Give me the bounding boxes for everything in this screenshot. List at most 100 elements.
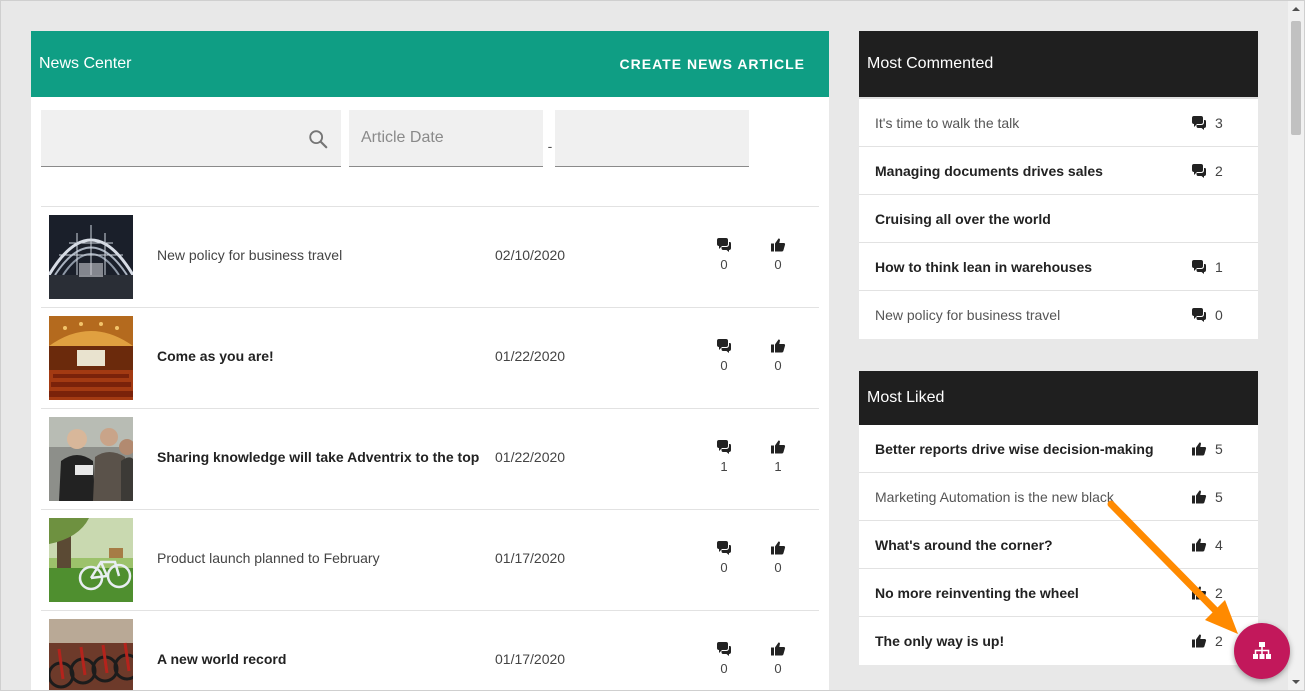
news-center-title: News Center [39, 55, 132, 72]
create-news-article-button[interactable]: CREATE NEWS ARTICLE [620, 56, 805, 72]
thumbs-up-icon[interactable] [770, 237, 786, 253]
thumbs-up-icon[interactable] [770, 540, 786, 556]
thumbs-up-icon[interactable] [770, 338, 786, 354]
most-liked-item[interactable]: No more reinventing the wheel 2 [859, 569, 1258, 617]
article-title[interactable]: Product launch planned to February [157, 550, 380, 566]
item-title[interactable]: How to think lean in warehouses [875, 259, 1092, 275]
article-row[interactable]: Product launch planned to February 01/17… [41, 510, 819, 611]
item-title[interactable]: Marketing Automation is the new black [875, 489, 1114, 505]
like-count: 5 [1215, 489, 1223, 505]
article-thumbnail-station[interactable] [49, 215, 133, 299]
sitemap-icon[interactable] [1251, 640, 1273, 662]
item-title[interactable]: New policy for business travel [875, 307, 1060, 323]
like-count: 0 [774, 257, 782, 272]
article-date: 01/17/2020 [495, 550, 566, 566]
like-count: 1 [774, 459, 782, 474]
search-input[interactable] [41, 110, 341, 166]
article-thumbnail-bikes[interactable] [49, 619, 133, 691]
article-comments: 0 [709, 540, 739, 575]
article-thumbnail-theater[interactable] [49, 316, 133, 400]
comment-count: 0 [1215, 307, 1223, 323]
article-comments: 1 [709, 439, 739, 474]
article-thumbnail-bicycle[interactable] [49, 518, 133, 602]
comment-count: 2 [1215, 163, 1223, 179]
comment-icon [1192, 308, 1206, 322]
article-title[interactable]: A new world record [157, 651, 286, 667]
item-title[interactable]: The only way is up! [875, 633, 1004, 649]
article-row[interactable]: New policy for business travel 02/10/202… [41, 207, 819, 308]
scroll-up-arrow-icon[interactable] [1288, 1, 1304, 17]
thumbs-up-icon[interactable] [770, 641, 786, 657]
article-likes[interactable]: 0 [763, 540, 793, 575]
like-count: 0 [774, 661, 782, 676]
article-likes[interactable]: 1 [763, 439, 793, 474]
item-title[interactable]: What's around the corner? [875, 537, 1053, 553]
article-date: 02/10/2020 [495, 247, 566, 263]
article-date-input[interactable] [349, 110, 543, 166]
like-count: 4 [1215, 537, 1223, 553]
article-row[interactable]: Sharing knowledge will take Adventrix to… [41, 409, 819, 510]
like-count: 0 [774, 358, 782, 373]
thumbs-up-icon[interactable] [770, 439, 786, 455]
most-liked-item[interactable]: Better reports drive wise decision-makin… [859, 425, 1258, 473]
like-count: 5 [1215, 441, 1223, 457]
news-center-header: News Center CREATE NEWS ARTICLE [31, 31, 829, 97]
article-row[interactable]: A new world record 01/17/2020 0 0 [41, 611, 819, 691]
scroll-down-arrow-icon[interactable] [1288, 674, 1304, 690]
article-date-to-field[interactable] [555, 110, 749, 167]
most-commented-panel: Most Commented It's time to walk the tal… [859, 31, 1258, 339]
most-liked-header: Most Liked [859, 371, 1258, 425]
article-date-from-field[interactable] [349, 110, 543, 167]
article-comments: 0 [709, 641, 739, 676]
item-title[interactable]: Better reports drive wise decision-makin… [875, 441, 1154, 457]
news-center-panel: News Center CREATE NEWS ARTICLE - New po… [31, 31, 829, 691]
comment-count: 0 [720, 661, 728, 676]
item-title[interactable]: No more reinventing the wheel [875, 585, 1079, 601]
article-date: 01/17/2020 [495, 651, 566, 667]
article-likes[interactable]: 0 [763, 338, 793, 373]
thumbs-up-icon [1192, 634, 1207, 648]
article-date: 01/22/2020 [495, 348, 566, 364]
thumbs-up-icon [1192, 490, 1207, 504]
comment-icon [1192, 116, 1206, 130]
vertical-scrollbar[interactable] [1288, 1, 1304, 690]
most-liked-item[interactable]: The only way is up! 2 [859, 617, 1258, 665]
most-liked-item[interactable]: What's around the corner? 4 [859, 521, 1258, 569]
article-date: 01/22/2020 [495, 449, 566, 465]
like-count: 2 [1215, 585, 1223, 601]
like-count: 2 [1215, 633, 1223, 649]
article-date-to-input[interactable] [555, 110, 749, 166]
thumbs-up-icon [1192, 586, 1207, 600]
article-likes[interactable]: 0 [763, 641, 793, 676]
thumbs-up-icon [1192, 538, 1207, 552]
comment-icon [717, 642, 731, 656]
sitemap-fab-button[interactable] [1234, 623, 1290, 679]
item-title[interactable]: It's time to walk the talk [875, 115, 1019, 131]
comment-icon [1192, 260, 1206, 274]
comment-count: 3 [1215, 115, 1223, 131]
search-icon[interactable] [307, 128, 329, 150]
comment-icon [717, 339, 731, 353]
article-title[interactable]: Come as you are! [157, 348, 274, 364]
article-thumbnail-people[interactable] [49, 417, 133, 501]
article-title[interactable]: New policy for business travel [157, 247, 342, 263]
comment-count: 0 [720, 358, 728, 373]
comment-icon [717, 238, 731, 252]
scroll-thumb[interactable] [1291, 21, 1301, 135]
search-field[interactable] [41, 110, 341, 167]
article-row[interactable]: Come as you are! 01/22/2020 0 0 [41, 308, 819, 409]
article-comments: 0 [709, 338, 739, 373]
most-commented-item[interactable]: New policy for business travel 0 [859, 291, 1258, 339]
most-commented-item[interactable]: Cruising all over the world [859, 195, 1258, 243]
thumbs-up-icon [1192, 442, 1207, 456]
item-title[interactable]: Managing documents drives sales [875, 163, 1103, 179]
item-title[interactable]: Cruising all over the world [875, 211, 1051, 227]
most-commented-header: Most Commented [859, 31, 1258, 99]
most-commented-item[interactable]: How to think lean in warehouses 1 [859, 243, 1258, 291]
most-liked-item[interactable]: Marketing Automation is the new black 5 [859, 473, 1258, 521]
article-likes[interactable]: 0 [763, 237, 793, 272]
most-commented-item[interactable]: Managing documents drives sales 2 [859, 147, 1258, 195]
most-commented-item[interactable]: It's time to walk the talk 3 [859, 99, 1258, 147]
comment-count: 0 [720, 257, 728, 272]
article-title[interactable]: Sharing knowledge will take Adventrix to… [157, 449, 479, 465]
